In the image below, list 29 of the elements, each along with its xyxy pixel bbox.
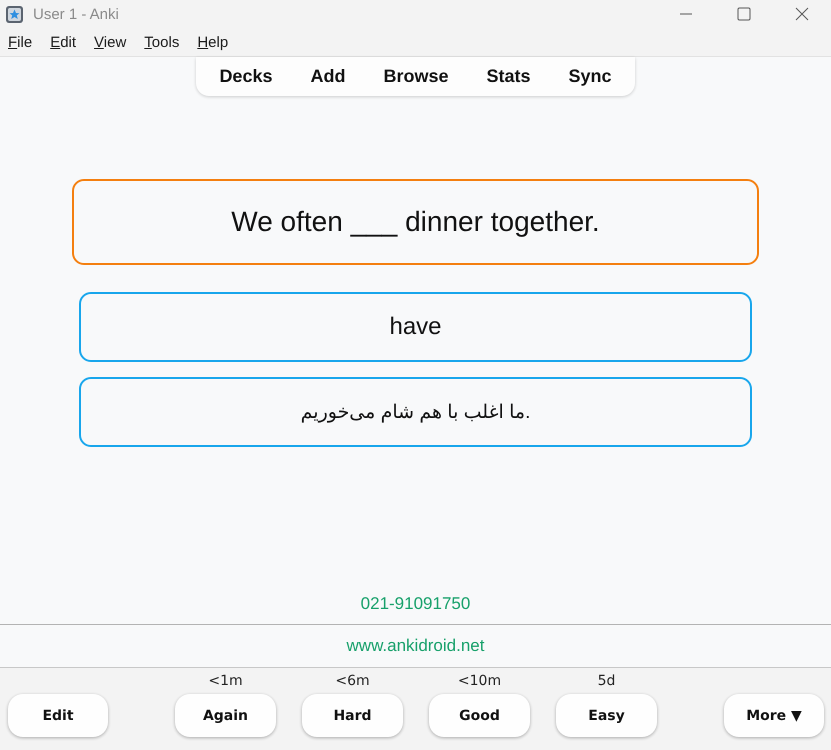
answer-text: ما اغلب با هم شام می‌خوریم.	[300, 400, 530, 424]
answer-button[interactable]: Good	[429, 694, 530, 737]
interval-label: <10m	[458, 672, 502, 691]
app-logo-icon	[6, 6, 23, 22]
menu-item[interactable]: File	[2, 34, 38, 50]
menu-item[interactable]: Tools	[138, 34, 186, 50]
nav-link[interactable]: Decks	[201, 66, 290, 87]
menu-item[interactable]: Edit	[44, 34, 82, 50]
menu-item[interactable]: View	[88, 34, 132, 50]
maximize-icon[interactable]	[737, 7, 751, 21]
nav-link[interactable]: Stats	[468, 66, 549, 87]
phone-number: 021-91091750	[360, 594, 470, 614]
edit-button[interactable]: Edit	[8, 694, 108, 737]
answer-button[interactable]: Again	[175, 694, 276, 737]
nav-link[interactable]: Browse	[365, 66, 467, 87]
question-text: We often ___ dinner together.	[231, 206, 600, 238]
more-button[interactable]: More ▼	[724, 694, 824, 737]
nav-link[interactable]: Sync	[550, 66, 630, 87]
answer-text: have	[389, 313, 442, 341]
window-title: User 1 - Anki	[33, 6, 119, 22]
close-icon[interactable]	[795, 7, 809, 21]
answer-button[interactable]: Easy	[556, 694, 657, 737]
interval-label: <1m	[208, 672, 243, 691]
interval-label: 5d	[598, 672, 616, 691]
answer-button[interactable]: Hard	[302, 694, 403, 737]
interval-label: <6m	[335, 672, 370, 691]
website-text: www.ankidroid.net	[346, 636, 484, 656]
nav-link[interactable]: Add	[292, 66, 364, 87]
menu-item[interactable]: Help	[191, 34, 234, 50]
